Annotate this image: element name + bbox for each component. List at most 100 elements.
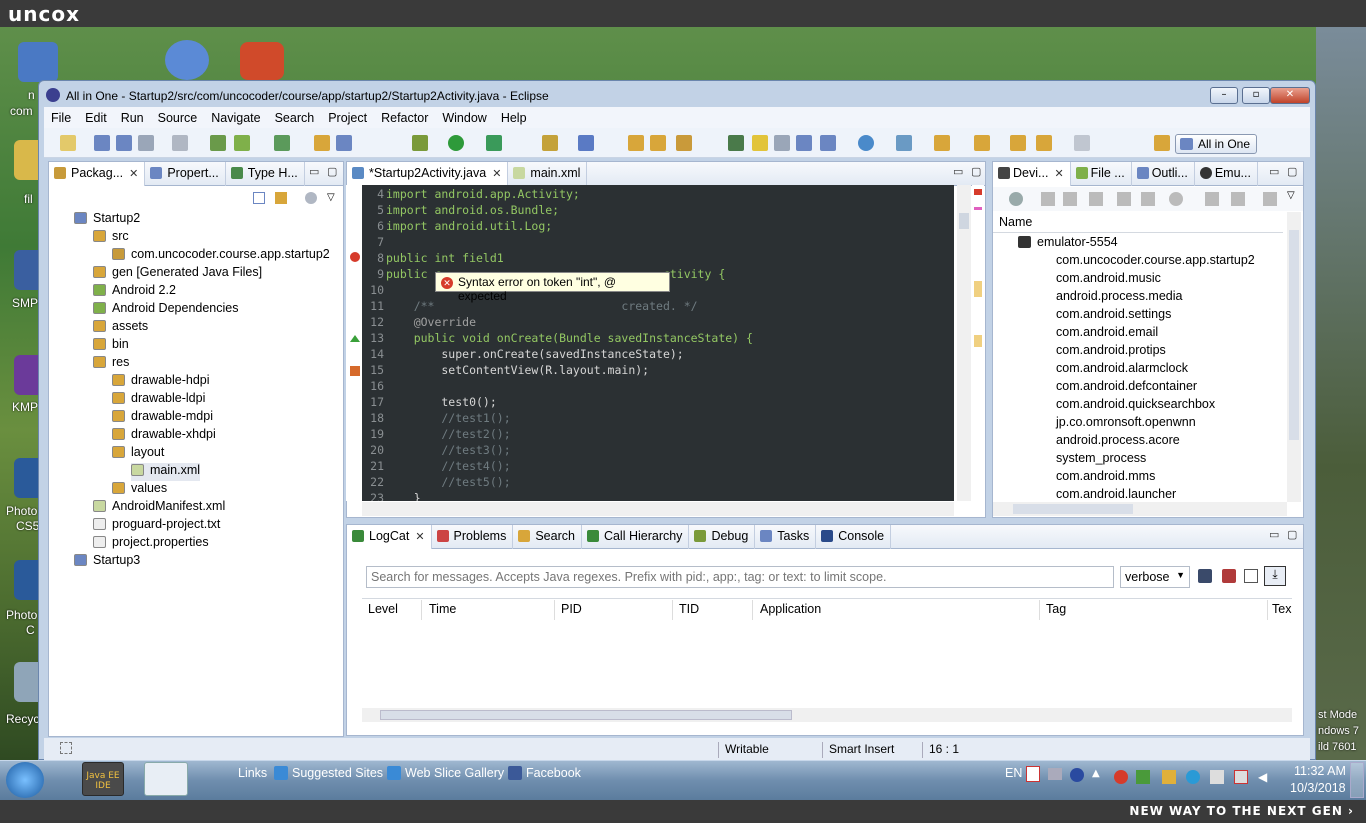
wand-icon[interactable] — [896, 135, 912, 151]
save-log-icon[interactable] — [1198, 569, 1212, 583]
tab-problems[interactable]: Problems — [432, 525, 514, 549]
open-type-icon[interactable] — [542, 135, 558, 151]
link-editor-icon[interactable] — [275, 192, 287, 204]
column-header-level[interactable]: Level — [362, 600, 422, 620]
error-overview-mark[interactable] — [974, 189, 982, 195]
tab-properties[interactable]: Propert... — [145, 162, 226, 186]
columns-icon[interactable] — [1263, 192, 1277, 206]
debug-icon[interactable] — [412, 135, 428, 151]
scroll-thumb[interactable] — [959, 213, 969, 229]
menu-help[interactable]: Help — [494, 111, 534, 125]
menu-file[interactable]: File — [44, 111, 78, 125]
column-header-text[interactable]: Tex — [1268, 600, 1294, 620]
fast-view-icon[interactable] — [60, 742, 72, 754]
method-profiling-icon[interactable] — [1141, 192, 1155, 206]
dump-hprof-icon[interactable] — [1063, 192, 1077, 206]
process-item[interactable]: com.android.alarmclock — [1056, 361, 1188, 379]
open-folder-icon[interactable] — [650, 135, 666, 151]
code-line[interactable]: 16 — [362, 379, 386, 395]
open-perspective-icon[interactable] — [1154, 135, 1170, 151]
code-line[interactable]: 17 test0(); — [362, 395, 497, 411]
collapse-all-icon[interactable] — [253, 192, 265, 204]
tray-icon[interactable] — [1114, 770, 1128, 784]
editor-horizontal-scrollbar[interactable] — [362, 502, 954, 516]
check-icon[interactable] — [274, 135, 290, 151]
minimize-button[interactable]: – — [1210, 87, 1238, 104]
chevron-up-icon[interactable]: ▲ — [1092, 768, 1104, 780]
clear-log-icon[interactable] — [1222, 569, 1236, 583]
maximize-view-icon[interactable]: ▢ — [327, 165, 337, 178]
start-button[interactable] — [6, 762, 44, 798]
tree-item[interactable]: drawable-ldpi — [112, 391, 205, 409]
new-class-icon[interactable] — [336, 135, 352, 151]
run-icon[interactable] — [448, 135, 464, 151]
maximize-view-icon[interactable]: ▢ — [1287, 528, 1297, 541]
column-header-pid[interactable]: PID — [555, 600, 673, 620]
close-button[interactable]: ✕ — [1270, 87, 1310, 104]
process-item[interactable]: com.android.defcontainer — [1056, 379, 1197, 397]
menu-run[interactable]: Run — [114, 111, 151, 125]
close-icon[interactable]: ✕ — [492, 168, 501, 180]
menu-refactor[interactable]: Refactor — [374, 111, 435, 125]
new-icon[interactable] — [60, 135, 76, 151]
tab-debug[interactable]: Debug — [689, 525, 756, 549]
process-item[interactable]: com.android.launcher — [1056, 487, 1176, 505]
tab-search[interactable]: Search — [513, 525, 582, 549]
chevron-down-icon[interactable]: ▽ — [1287, 190, 1295, 201]
devices-vertical-scrollbar[interactable] — [1287, 212, 1301, 502]
column-header-application[interactable]: Application — [754, 600, 1040, 620]
globe-icon[interactable] — [858, 135, 874, 151]
tree-item[interactable]: drawable-hdpi — [112, 373, 210, 391]
stop-process-icon[interactable] — [1169, 192, 1183, 206]
open-task-icon[interactable] — [578, 135, 594, 151]
logcat-search-input[interactable] — [366, 566, 1114, 588]
volume-icon[interactable]: ◀ — [1258, 770, 1272, 784]
tray-icon[interactable] — [1026, 766, 1040, 782]
code-line[interactable]: 5 import android.os.Bundle; — [362, 203, 559, 219]
process-item[interactable]: system_process — [1056, 451, 1146, 469]
tree-item[interactable]: gen [Generated Java Files] — [93, 265, 262, 283]
android-sdk-icon[interactable] — [234, 135, 250, 151]
code-line[interactable]: 20 //test3(); — [362, 443, 510, 459]
device-emulator-5554[interactable]: emulator-5554 — [1037, 235, 1118, 249]
warning-marker-icon[interactable] — [350, 366, 360, 376]
maximize-view-icon[interactable]: ▢ — [971, 165, 981, 178]
maximize-view-icon[interactable]: ▢ — [1287, 165, 1297, 178]
code-line[interactable]: 13 public void onCreate(Bundle savedInst… — [362, 331, 753, 347]
tree-item[interactable]: bin — [93, 337, 129, 355]
screen-capture-icon[interactable] — [1205, 192, 1219, 206]
update-heap-icon[interactable] — [1041, 192, 1055, 206]
process-item[interactable]: com.android.quicksearchbox — [1056, 397, 1215, 415]
tree-item[interactable]: com.uncocoder.course.app.startup2 — [112, 247, 330, 265]
tab-main-xml[interactable]: main.xml — [508, 162, 588, 186]
scroll-thumb[interactable] — [1013, 504, 1133, 514]
keyboard-icon[interactable] — [1048, 768, 1062, 780]
telegram-icon[interactable] — [1186, 770, 1200, 784]
highlight-icon[interactable] — [752, 135, 768, 151]
scroll-thumb[interactable] — [1289, 230, 1299, 440]
code-line[interactable]: 23 } — [362, 491, 420, 501]
process-item[interactable]: com.android.music — [1056, 271, 1161, 289]
menu-source[interactable]: Source — [151, 111, 205, 125]
process-item[interactable]: jp.co.omronsoft.openwnn — [1056, 415, 1196, 433]
menu-edit[interactable]: Edit — [78, 111, 114, 125]
code-line[interactable]: 19 //test2(); — [362, 427, 510, 443]
tree-item[interactable]: Android 2.2 — [93, 283, 176, 301]
tab-emulator-control[interactable]: Emu... — [1195, 162, 1258, 186]
close-icon[interactable]: ✕ — [415, 531, 424, 543]
menu-window[interactable]: Window — [435, 111, 493, 125]
view-menu-icon[interactable] — [305, 192, 317, 204]
link-facebook[interactable]: Facebook — [526, 766, 581, 780]
tree-item[interactable]: AndroidManifest.xml — [93, 499, 225, 517]
link-suggested-sites[interactable]: Suggested Sites — [292, 766, 383, 780]
close-icon[interactable]: ✕ — [1054, 168, 1063, 180]
prev-annotation-icon[interactable] — [974, 135, 990, 151]
editor-vertical-scrollbar[interactable] — [957, 185, 971, 501]
binary-icon[interactable] — [172, 135, 188, 151]
code-line[interactable]: 10 — [362, 283, 386, 299]
scroll-lock-icon[interactable]: ⤓ — [1264, 566, 1286, 586]
tree-item[interactable]: src — [93, 229, 129, 247]
debug-process-icon[interactable] — [1009, 192, 1023, 206]
tab-startup2activity[interactable]: *Startup2Activity.java ✕ — [347, 162, 509, 186]
save-icon[interactable] — [94, 135, 110, 151]
